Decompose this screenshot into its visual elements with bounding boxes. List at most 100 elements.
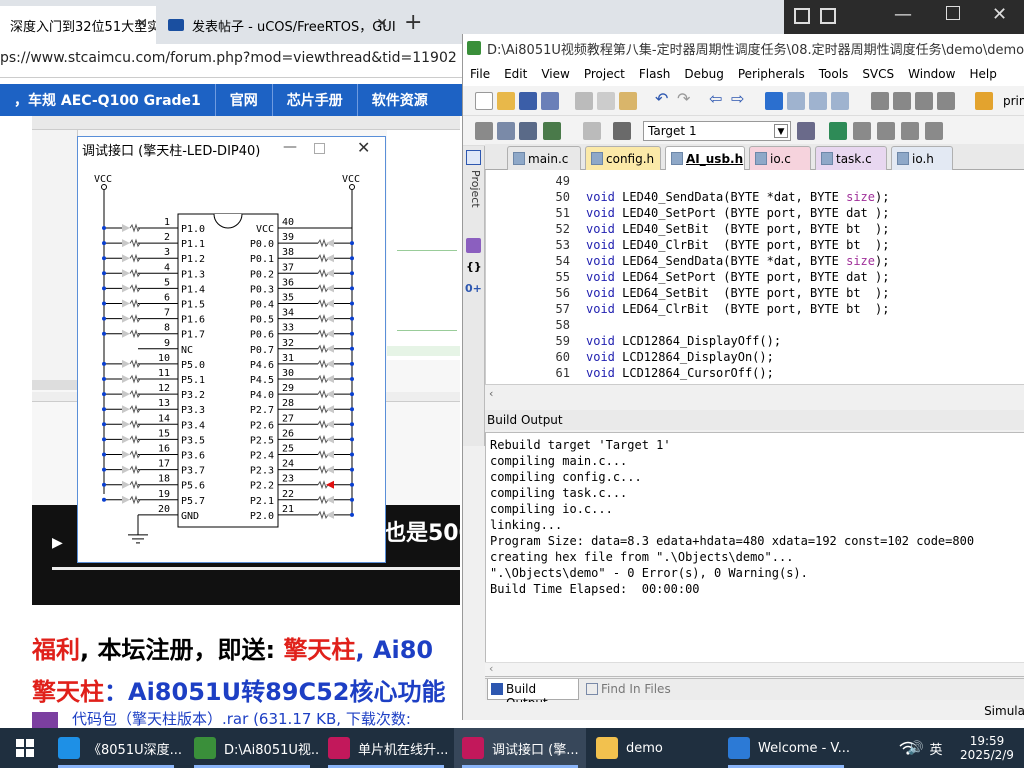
close-icon[interactable]: ✕ [992,4,1007,25]
undo-icon[interactable]: ↶ [655,89,673,108]
runtime-env-icon[interactable] [877,122,895,140]
taskbar-app[interactable]: Welcome - V... [720,728,852,768]
indent-icon[interactable] [871,92,889,110]
start-button[interactable] [0,728,50,768]
taskbar-app[interactable]: D:\Ai8051U视... [186,728,318,768]
stop-build-icon[interactable] [583,122,601,140]
nav-back-icon[interactable]: ⇦ [709,89,727,108]
play-icon[interactable]: ▶ [52,535,63,551]
ime-indicator[interactable]: 英 [926,728,946,768]
close-icon[interactable]: ✕ [357,138,370,157]
menu-window[interactable]: Window [901,67,962,81]
code-line[interactable]: void LED40_SendData(BYTE *dat, BYTE size… [586,190,889,204]
file-tab[interactable]: config.h [585,146,661,170]
build-output-scrollbar[interactable]: ‹ [485,662,1024,676]
restore-icon[interactable] [794,8,810,24]
pack-icon[interactable] [925,122,943,140]
batch-build-icon[interactable] [543,122,561,140]
bookmark-icon[interactable] [765,92,783,110]
taskbar-app[interactable]: 单片机在线升... [320,728,452,768]
taskbar-app[interactable]: demo [588,728,688,768]
code-line[interactable]: void LCD12864_CursorOff(); [586,366,774,380]
rebuild-icon[interactable] [519,122,537,140]
code-line[interactable]: void LED40_SetPort (BYTE port, BYTE dat … [586,206,889,220]
close-icon[interactable]: ✕ [376,16,388,32]
file-tab[interactable]: io.h [891,146,953,170]
redo-icon[interactable]: ↷ [677,89,695,108]
code-line[interactable]: void LED40_ClrBit (BYTE port, BYTE bt ); [586,238,889,252]
volume-icon[interactable]: 🔊 [904,728,928,768]
tab-build-output[interactable]: Build Output [487,679,579,710]
menu-flash[interactable]: Flash [632,67,677,81]
build-icon[interactable] [497,122,515,140]
nav-item[interactable]: ，车规 AEC-Q100 Grade1 [0,90,215,110]
project-side-label[interactable]: Project [466,170,482,208]
templates-icon[interactable]: 0+ [465,282,482,295]
clock[interactable]: 19:59 2025/2/9 [950,728,1024,768]
print-icon[interactable] [975,92,993,110]
copy-icon[interactable] [597,92,615,110]
build-output-pane[interactable]: Rebuild target 'Target 1' compiling main.… [485,432,1024,677]
file-tab[interactable]: AI_usb.h [665,146,745,170]
paste-icon[interactable] [619,92,637,110]
manage-components-icon[interactable] [829,122,847,140]
code-line[interactable]: void LED64_ClrBit (BYTE port, BYTE bt ); [586,302,889,316]
browser-tab-active[interactable]: 深度入门到32位51大型实 ✕ [0,6,156,44]
code-line[interactable]: void LCD12864_DisplayOff(); [586,334,781,348]
cut-icon[interactable] [575,92,593,110]
code-line[interactable]: void LED40_SetBit (BYTE port, BYTE bt ); [586,222,889,236]
maximize-icon[interactable] [314,143,325,154]
browser-tab[interactable]: 发表帖子 - uCOS/FreeRTOS，GUI ✕ [158,6,396,44]
project-window-icon[interactable] [466,150,481,165]
minimize-icon[interactable]: — [894,4,912,25]
file-tab[interactable]: main.c [507,146,581,170]
attachment-link[interactable]: 代码包（擎天柱版本）.rar (631.17 KB, 下载次数: [32,708,460,728]
menu-debug[interactable]: Debug [677,67,730,81]
nav-forward-icon[interactable]: ⇨ [731,89,749,108]
unindent-icon[interactable] [893,92,911,110]
scroll-left-icon[interactable]: ‹ [489,387,493,400]
target-options-icon[interactable] [797,122,815,140]
code-line[interactable]: void LCD12864_DisplayOn(); [586,350,774,364]
horizontal-scrollbar[interactable]: ‹ [485,384,1024,402]
save-all-icon[interactable] [541,92,559,110]
menu-tools[interactable]: Tools [812,67,856,81]
books-icon[interactable] [466,238,481,253]
bookmark-prev-icon[interactable] [787,92,805,110]
tab-find-in-files[interactable]: Find In Files [583,679,693,700]
menu-file[interactable]: File [463,67,497,81]
menu-svcs[interactable]: SVCS [855,67,901,81]
menu-help[interactable]: Help [962,67,1003,81]
code-editor[interactable]: 49 50 void LED40_SendData(BYTE *dat, BYTE … [485,170,1024,400]
menu-project[interactable]: Project [577,67,632,81]
functions-icon[interactable]: {} [466,260,482,273]
maximize-icon[interactable] [946,6,960,20]
menu-view[interactable]: View [534,67,576,81]
menu-edit[interactable]: Edit [497,67,534,81]
menu-peripherals[interactable]: Peripherals [731,67,812,81]
bookmark-next-icon[interactable] [809,92,827,110]
pack-installer-icon[interactable] [853,122,871,140]
nav-item[interactable]: 官网 [216,90,272,110]
close-icon[interactable]: ✕ [136,16,148,32]
scroll-left-icon[interactable]: ‹ [489,662,493,675]
taskbar-app[interactable]: 调试接口 (擎... [454,728,586,768]
new-tab-button[interactable]: + [404,10,422,35]
file-tab[interactable]: task.c [815,146,887,170]
code-line[interactable]: void LED64_SendData(BYTE *dat, BYTE size… [586,254,889,268]
new-file-icon[interactable] [475,92,493,110]
comment-icon[interactable] [915,92,933,110]
download-icon[interactable] [613,122,631,140]
target-select[interactable]: Target 1 ▼ [643,121,791,141]
translate-icon[interactable] [475,122,493,140]
uncomment-icon[interactable] [937,92,955,110]
code-line[interactable]: void LED64_SetBit (BYTE port, BYTE bt ); [586,286,889,300]
restore-icon[interactable] [820,8,836,24]
nav-item[interactable]: 芯片手册 [273,90,357,110]
open-folder-icon[interactable] [497,92,515,110]
file-tab[interactable]: io.c [749,146,811,170]
minimize-icon[interactable]: — [283,139,297,155]
code-line[interactable]: void LED64_SetPort (BYTE port, BYTE dat … [586,270,889,284]
taskbar-app[interactable]: 《8051U深度... [50,728,182,768]
nav-item[interactable]: 软件资源 [358,90,442,110]
